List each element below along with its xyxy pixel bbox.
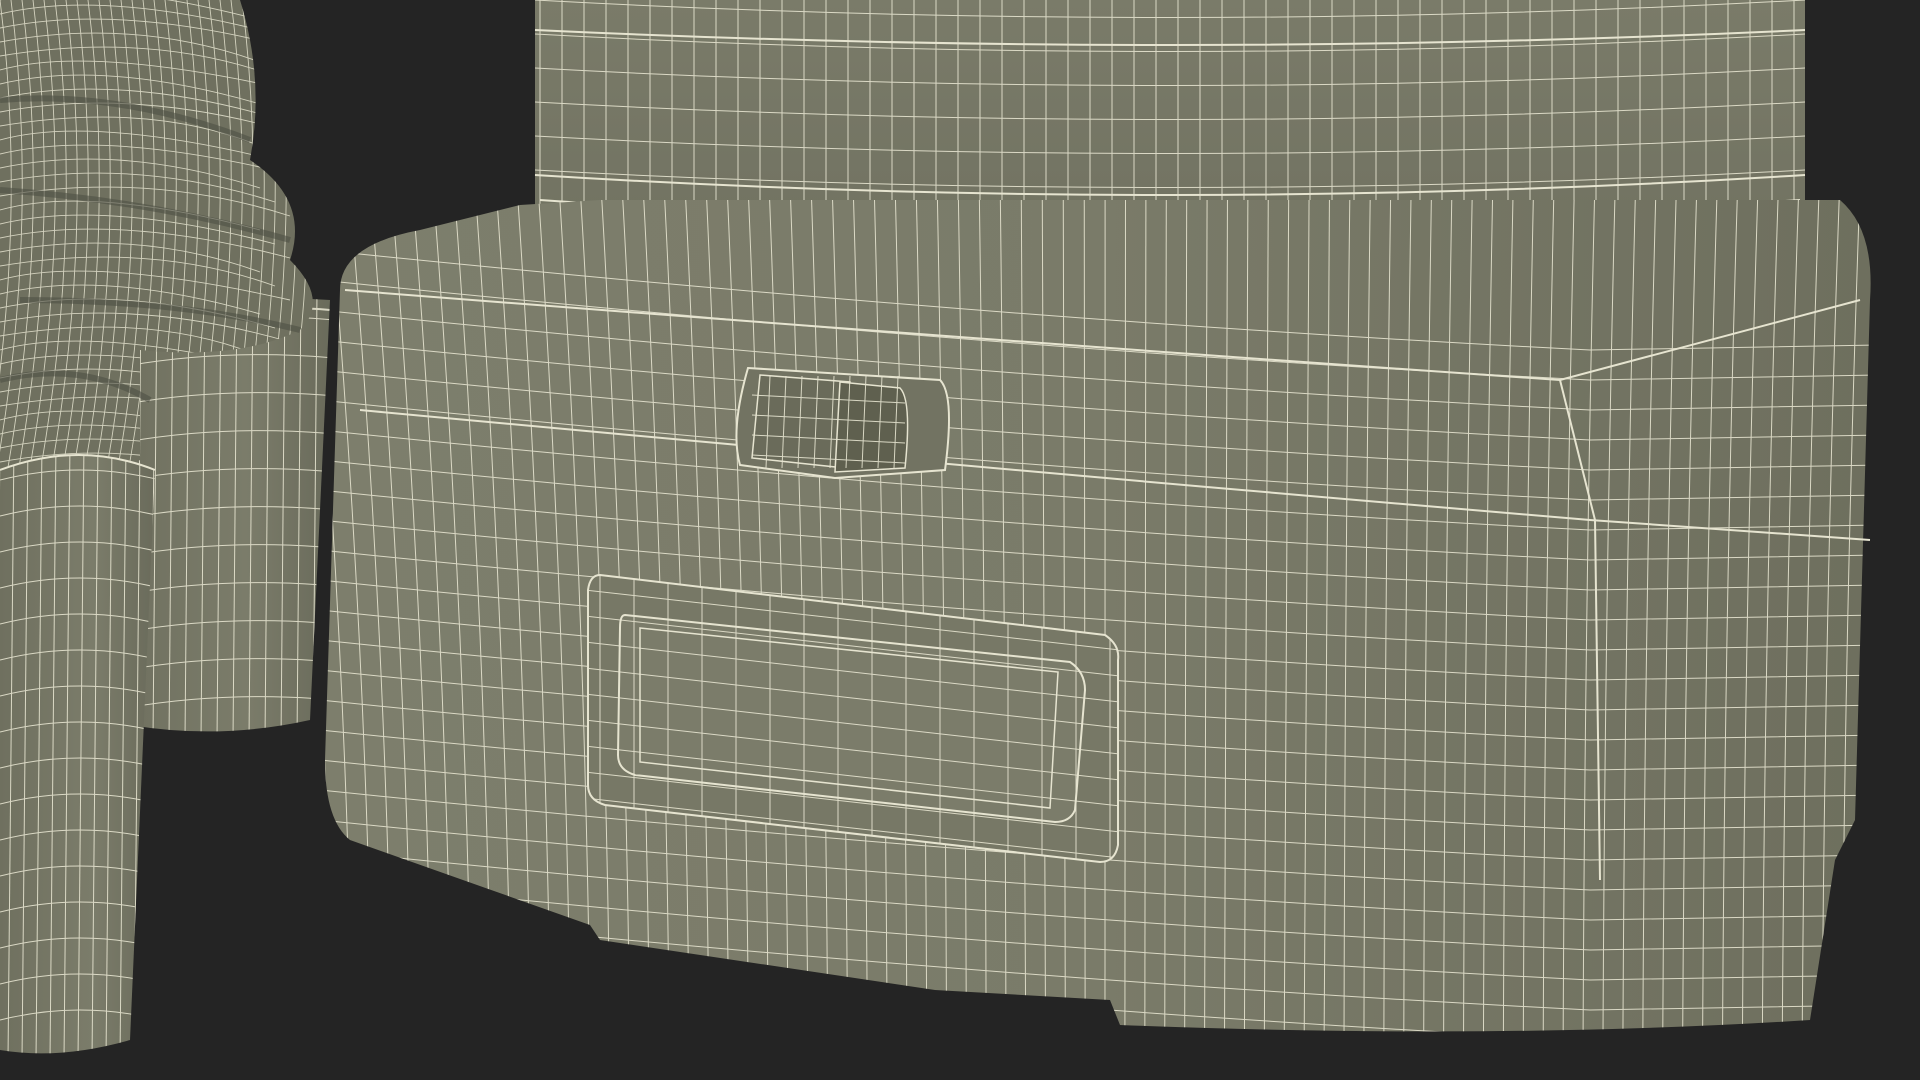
control-switch <box>735 366 950 480</box>
wire-edge <box>1124 200 1126 1032</box>
wireframe-render-viewport <box>0 0 1920 1080</box>
